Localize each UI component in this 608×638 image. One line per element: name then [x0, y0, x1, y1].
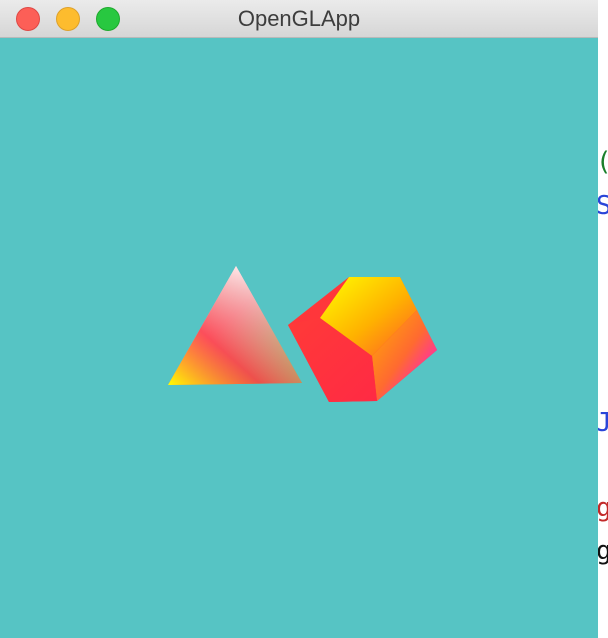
editor-fragment: S [598, 191, 608, 221]
background-editor-strip: ( S J g g [598, 0, 608, 638]
window-title: OpenGLApp [237, 6, 361, 31]
title-bar[interactable]: OpenGLApp [0, 0, 598, 38]
editor-fragment: ( [598, 149, 608, 175]
editor-fragment: g [598, 536, 608, 566]
cube-object [288, 277, 437, 402]
editor-fragment: g [598, 493, 608, 523]
editor-fragment: J [598, 408, 608, 438]
pyramid-object [168, 266, 302, 385]
opengl-app-window: OpenGLApp [0, 0, 598, 638]
pyramid-face-shade [168, 266, 302, 385]
opengl-canvas[interactable] [0, 38, 598, 638]
scene-render [168, 266, 437, 402]
